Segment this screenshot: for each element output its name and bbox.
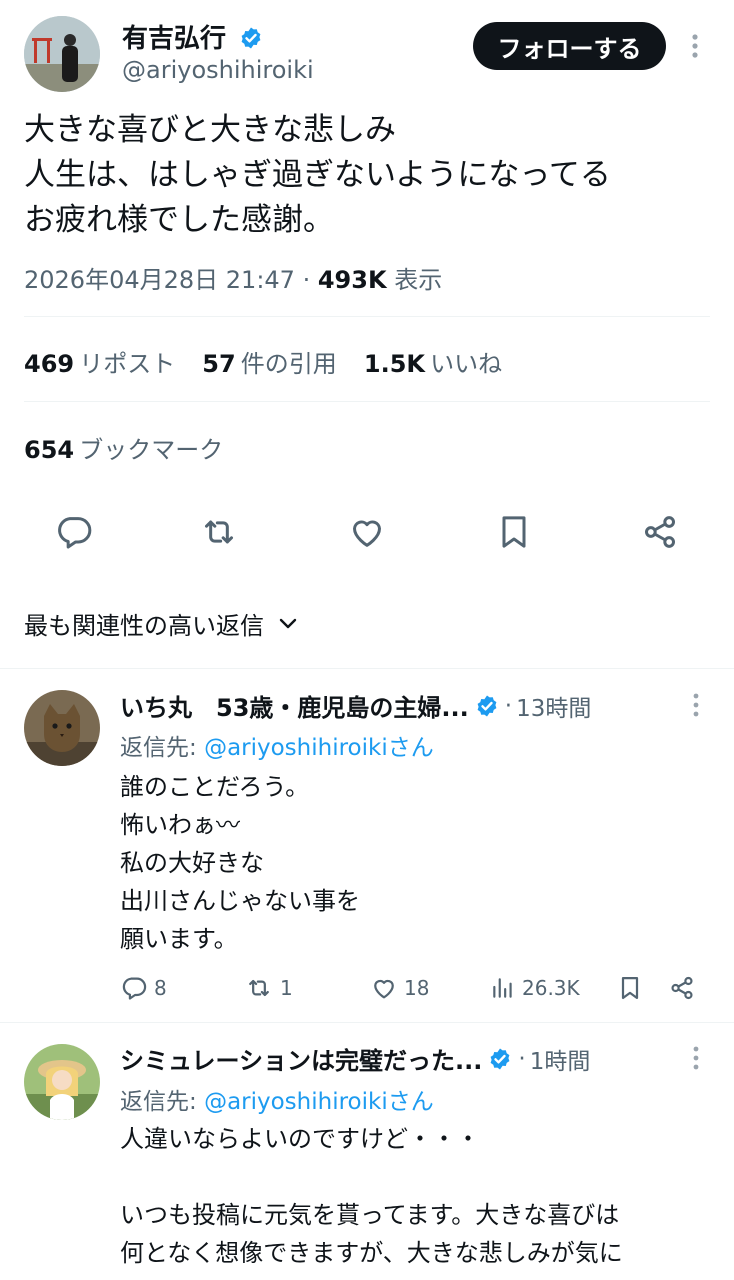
- share-icon[interactable]: [668, 974, 696, 1006]
- reply-line: いつも投稿に元気を貰ってます。大きな喜びは: [120, 1201, 620, 1229]
- author-name[interactable]: 有吉弘行: [122, 18, 263, 55]
- sort-label: 最も関連性の高い返信: [24, 612, 264, 640]
- views-icon: [493, 978, 512, 998]
- repost-icon: [249, 979, 269, 997]
- reply-to-line: 返信先: @ariyoshihiroikiさん: [120, 735, 434, 761]
- tweet-timestamp[interactable]: 2026年04月28日 21:47: [24, 266, 295, 294]
- tweet-text: 大きな喜びと大きな悲しみ 人生は、はしゃぎ過ぎないようになってる お疲れ様でした…: [24, 108, 714, 243]
- reposts-stat[interactable]: 469 リポスト: [24, 350, 180, 378]
- reply-action-repost[interactable]: 1: [244, 974, 293, 1002]
- tweet-line: 人生は、はしゃぎ過ぎないようになってる: [24, 157, 611, 193]
- author-avatar[interactable]: [24, 16, 100, 92]
- verified-badge-icon: [241, 27, 261, 48]
- follow-button[interactable]: フォローする: [473, 22, 666, 70]
- reply-header: シミュレーションは完璧だった... · 1時間: [120, 1041, 680, 1076]
- likes-stat[interactable]: 1.5K いいね: [364, 350, 502, 378]
- reply-icon: [122, 977, 147, 1000]
- reply-avatar[interactable]: [24, 690, 100, 766]
- more-dots-icon[interactable]: [688, 32, 702, 60]
- reply-avatar[interactable]: [24, 1044, 100, 1120]
- tweet-line: 大きな喜びと大きな悲しみ: [24, 112, 396, 148]
- share-icon[interactable]: [640, 512, 680, 552]
- reply-line: 誰のことだろう。: [120, 773, 310, 801]
- bookmark-icon[interactable]: [494, 512, 534, 552]
- bookmark-icon[interactable]: [616, 974, 644, 1006]
- heart-icon: [374, 979, 394, 999]
- heart-icon[interactable]: [346, 512, 388, 552]
- reply-action-views[interactable]: 26.3K: [490, 974, 580, 1002]
- reply-header: いち丸 53歳・鹿児島の主婦... · 13時間: [120, 688, 680, 723]
- reply-line: 怖いわぁ〰: [120, 811, 240, 839]
- reply-to-mention[interactable]: @ariyoshihiroikiさん: [204, 735, 434, 761]
- divider: [0, 1022, 734, 1023]
- reply-line: [120, 1158, 710, 1196]
- tweet-meta: 2026年04月28日 21:47 · 493K 表示: [24, 266, 443, 294]
- reply-action-reply[interactable]: 8: [120, 974, 167, 1002]
- reply-icon[interactable]: [54, 512, 94, 552]
- reply-to-mention[interactable]: @ariyoshihiroikiさん: [204, 1089, 434, 1115]
- repost-icon[interactable]: [198, 512, 240, 552]
- reply-line: 私の大好きな: [120, 849, 264, 877]
- reply-line: 出川さんじゃない事を: [120, 887, 360, 915]
- verified-badge-icon: [490, 1048, 510, 1069]
- reply-line: 人違いならよいのですけど・・・: [120, 1125, 480, 1153]
- verified-badge-icon: [477, 695, 497, 716]
- divider: [24, 401, 710, 402]
- tweet-line: お疲れ様でした感謝。: [24, 202, 334, 238]
- reply-line: 何となく想像できますが、大きな悲しみが気に: [120, 1239, 623, 1267]
- stats-row: 469 リポスト 57 件の引用 1.5K いいね: [24, 344, 502, 379]
- divider: [0, 668, 734, 669]
- reply-author-name[interactable]: シミュレーションは完璧だった...: [120, 1041, 482, 1076]
- divider: [24, 316, 710, 317]
- reply-time[interactable]: 1時間: [530, 1042, 591, 1076]
- more-dots-icon[interactable]: [690, 1045, 702, 1071]
- views-label: 表示: [394, 266, 443, 294]
- reply-action-like[interactable]: 18: [370, 974, 429, 1002]
- reply-to-line: 返信先: @ariyoshihiroikiさん: [120, 1089, 434, 1115]
- chevron-down-icon: [279, 618, 297, 628]
- views-count: 493K: [317, 266, 387, 294]
- reply-sort-selector[interactable]: 最も関連性の高い返信: [24, 606, 298, 641]
- quotes-stat[interactable]: 57 件の引用: [202, 350, 342, 378]
- reply-author-name[interactable]: いち丸 53歳・鹿児島の主婦...: [120, 688, 469, 723]
- reply-text: 誰のことだろう。 怖いわぁ〰 私の大好きな 出川さんじゃない事を 願います。: [120, 768, 710, 958]
- more-dots-icon[interactable]: [690, 692, 702, 718]
- reply-text: 人違いならよいのですけど・・・ いつも投稿に元気を貰ってます。大きな喜びは 何と…: [120, 1120, 710, 1272]
- bookmarks-stat[interactable]: 654 ブックマーク: [24, 430, 223, 465]
- reply-line: 願います。: [120, 925, 238, 953]
- author-handle[interactable]: @ariyoshihiroiki: [122, 56, 314, 84]
- reply-time[interactable]: 13時間: [516, 689, 591, 723]
